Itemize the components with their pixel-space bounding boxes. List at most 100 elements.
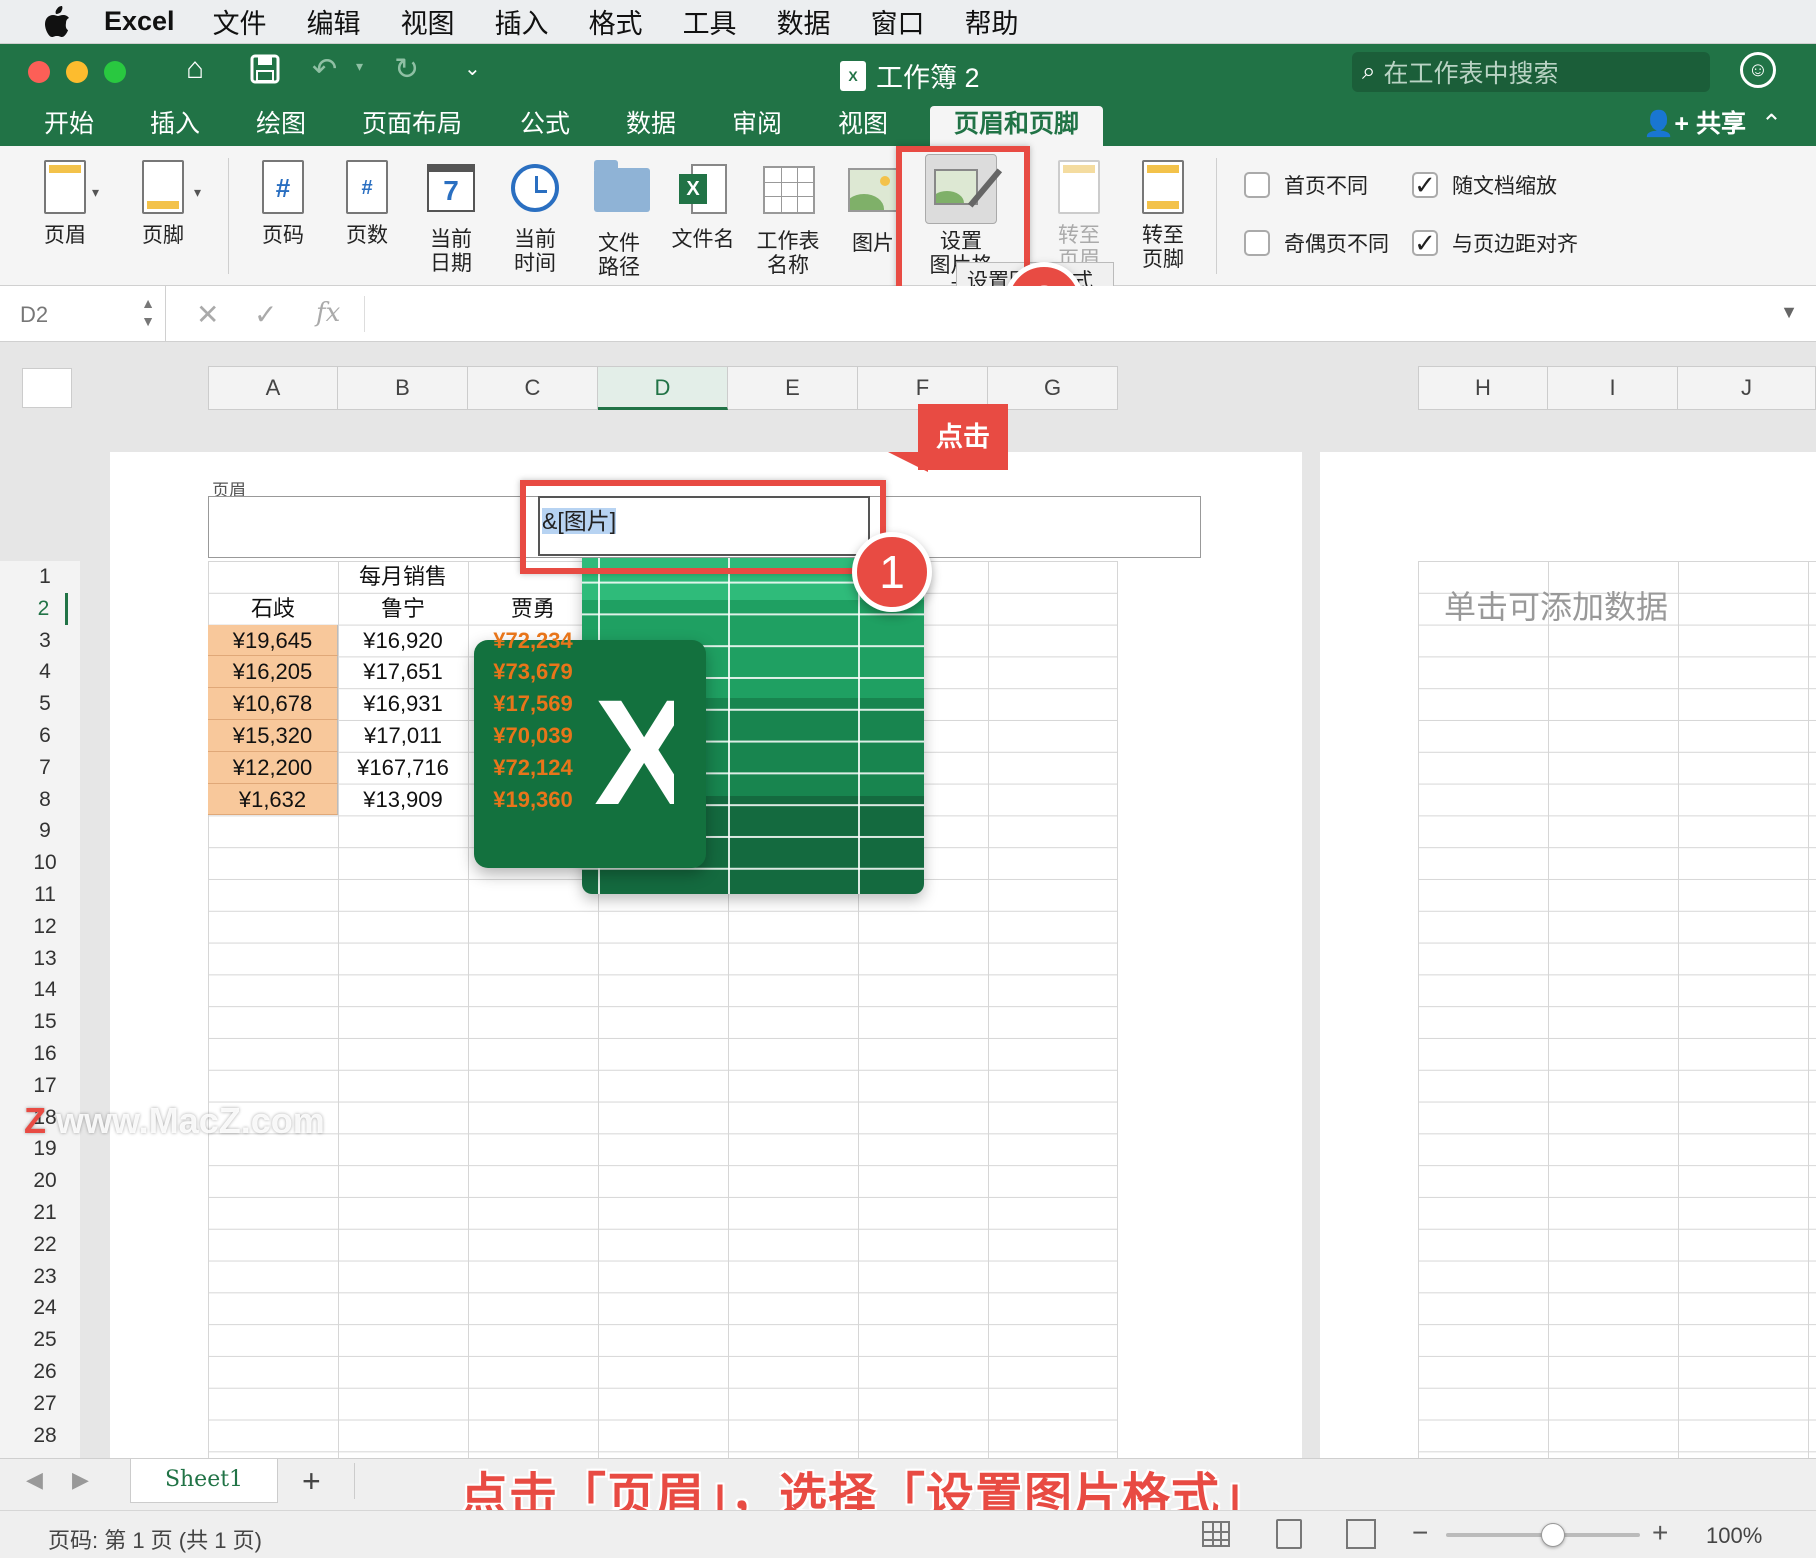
footer-dropdown-icon[interactable]: ▾ — [194, 184, 201, 201]
table-cell[interactable]: ¥15,320 — [208, 720, 338, 752]
tab-review[interactable]: 审阅 — [708, 106, 806, 146]
row-header-14[interactable]: 14 — [22, 974, 68, 1006]
table-cell[interactable]: ¥167,716 — [338, 752, 468, 784]
next-sheet-icon[interactable]: ▶ — [72, 1467, 89, 1493]
table-cell[interactable]: ¥17,569 — [468, 688, 598, 720]
zoom-window-button[interactable] — [104, 61, 126, 83]
row-header-3[interactable]: 3 — [22, 625, 68, 657]
tab-page-layout[interactable]: 页面布局 — [338, 106, 486, 146]
expand-formula-bar-icon[interactable]: ▼ — [1780, 302, 1798, 323]
footer-button[interactable]: 页脚 — [128, 160, 198, 248]
different-first-page-option[interactable]: 首页不同 — [1244, 170, 1368, 200]
tab-view[interactable]: 视图 — [814, 106, 912, 146]
tab-home[interactable]: 开始 — [20, 106, 118, 146]
sheet-search-input[interactable]: ⌕ 在工作表中搜索 — [1352, 52, 1710, 92]
cancel-icon[interactable]: ✕ — [196, 298, 219, 331]
menu-tools[interactable]: 工具 — [683, 2, 737, 41]
table-cell[interactable]: ¥72,124 — [468, 752, 598, 784]
select-all-corner[interactable] — [22, 368, 72, 408]
table-header-cell[interactable]: 石歧 — [208, 593, 338, 625]
row-header-5[interactable]: 5 — [22, 688, 68, 720]
insert-function-icon[interactable]: fx — [316, 298, 340, 328]
tab-formulas[interactable]: 公式 — [496, 106, 594, 146]
prev-sheet-icon[interactable]: ◀ — [26, 1467, 43, 1493]
zoom-slider-thumb[interactable] — [1540, 1523, 1565, 1547]
table-cell[interactable]: ¥19,645 — [208, 624, 338, 657]
zoom-level[interactable]: 100% — [1706, 1523, 1762, 1549]
tab-insert[interactable]: 插入 — [126, 106, 224, 146]
different-odd-even-checkbox[interactable] — [1244, 230, 1270, 256]
table-cell[interactable]: ¥19,360 — [468, 784, 598, 816]
table-cell[interactable]: ¥17,011 — [338, 720, 468, 752]
row-header-7[interactable]: 7 — [22, 752, 68, 784]
column-header-j[interactable]: J — [1678, 366, 1816, 410]
sheet-name-button[interactable]: 工作表 名称 — [750, 160, 826, 278]
table-header-cell[interactable]: 鲁宁 — [338, 593, 468, 625]
menu-help[interactable]: 帮助 — [965, 2, 1019, 41]
row-header-9[interactable]: 9 — [22, 815, 68, 847]
menu-file[interactable]: 文件 — [213, 2, 267, 41]
row-header-4[interactable]: 4 — [22, 656, 68, 688]
row-header-1[interactable]: 1 — [22, 561, 68, 593]
menu-insert[interactable]: 插入 — [495, 2, 549, 41]
app-name-menu[interactable]: Excel — [104, 6, 175, 37]
zoom-in-icon[interactable]: + — [1652, 1517, 1668, 1549]
row-header-17[interactable]: 17 — [22, 1070, 68, 1102]
tab-header-footer[interactable]: 页眉和页脚 — [930, 106, 1104, 146]
file-path-button[interactable]: 文件 路径 — [586, 160, 652, 280]
table-cell[interactable]: ¥16,205 — [208, 656, 338, 689]
menu-view[interactable]: 视图 — [401, 2, 455, 41]
column-header-a[interactable]: A — [208, 366, 338, 410]
table-cell[interactable]: ¥12,200 — [208, 751, 338, 784]
row-header-24[interactable]: 24 — [22, 1292, 68, 1324]
sheet-tab-sheet1[interactable]: Sheet1 — [130, 1459, 278, 1503]
column-header-d[interactable]: D — [598, 366, 728, 410]
table-cell[interactable]: ¥17,651 — [338, 656, 468, 688]
header-dropdown-icon[interactable]: ▾ — [92, 184, 99, 201]
tab-draw[interactable]: 绘图 — [232, 106, 330, 146]
goto-footer-button[interactable]: 转至 页脚 — [1128, 160, 1198, 272]
column-header-b[interactable]: B — [338, 366, 468, 410]
zoom-out-icon[interactable]: − — [1412, 1517, 1428, 1549]
column-header-h[interactable]: H — [1418, 366, 1548, 410]
row-header-6[interactable]: 6 — [22, 720, 68, 752]
different-odd-even-option[interactable]: 奇偶页不同 — [1244, 228, 1389, 258]
page-layout-view-icon[interactable] — [1276, 1519, 1302, 1549]
add-sheet-button[interactable]: + — [302, 1463, 321, 1500]
menu-format[interactable]: 格式 — [589, 2, 643, 41]
page-break-view-icon[interactable] — [1346, 1519, 1376, 1549]
tab-data[interactable]: 数据 — [602, 106, 700, 146]
row-header-15[interactable]: 15 — [22, 1006, 68, 1038]
collapse-ribbon-icon[interactable]: ⌃ — [1761, 106, 1782, 142]
name-box-stepper-icon[interactable]: ▲ ▼ — [141, 294, 155, 330]
row-header-2[interactable]: 2 — [22, 592, 68, 625]
zoom-slider[interactable] — [1446, 1523, 1640, 1547]
table-cell[interactable]: ¥1,632 — [208, 783, 338, 816]
menu-data[interactable]: 数据 — [777, 2, 831, 41]
menu-window[interactable]: 窗口 — [871, 2, 925, 41]
undo-icon[interactable]: ↶ — [312, 52, 337, 87]
row-header-8[interactable]: 8 — [22, 784, 68, 816]
align-with-margins-option[interactable]: ✓ 与页边距对齐 — [1412, 228, 1578, 258]
minimize-window-button[interactable] — [66, 61, 88, 83]
name-box[interactable]: D2 ▲ ▼ — [0, 286, 166, 342]
row-header-27[interactable]: 27 — [22, 1388, 68, 1420]
row-header-10[interactable]: 10 — [22, 847, 68, 879]
row-header-12[interactable]: 12 — [22, 911, 68, 943]
table-cell[interactable]: ¥16,931 — [338, 688, 468, 720]
table-cell[interactable]: ¥70,039 — [468, 720, 598, 752]
current-date-button[interactable]: 7 当前 日期 — [418, 160, 484, 276]
scale-with-document-checkbox[interactable]: ✓ — [1412, 172, 1438, 198]
share-button[interactable]: 👤+ 共享 — [1643, 106, 1746, 142]
column-header-c[interactable]: C — [468, 366, 598, 410]
menu-edit[interactable]: 编辑 — [307, 2, 361, 41]
undo-dropdown-icon[interactable]: ▾ — [356, 58, 363, 75]
page-count-button[interactable]: # 页数 — [334, 160, 400, 248]
table-cell[interactable]: ¥10,678 — [208, 688, 338, 720]
click-to-add-data-hint[interactable]: 单击可添加数据 — [1444, 582, 1668, 628]
redo-icon[interactable]: ↻ — [394, 52, 419, 87]
feedback-smiley-icon[interactable]: ☺ — [1740, 52, 1776, 88]
current-time-button[interactable]: 当前 时间 — [502, 160, 568, 276]
align-with-margins-checkbox[interactable]: ✓ — [1412, 230, 1438, 256]
apple-logo-icon[interactable] — [40, 5, 74, 39]
